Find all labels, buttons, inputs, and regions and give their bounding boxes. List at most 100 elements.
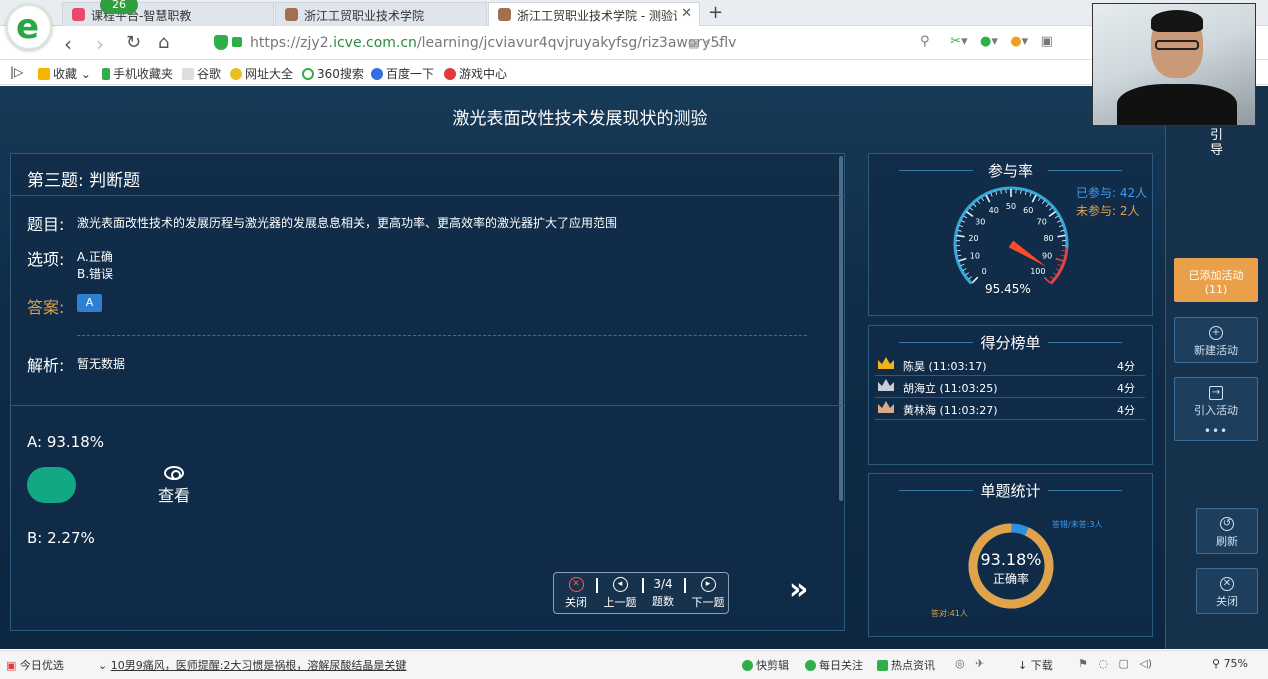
search-icon: ⚲ — [920, 34, 930, 49]
gauge-tick — [982, 198, 984, 201]
tab-close-icon[interactable]: ✕ — [681, 6, 692, 21]
question-stem: 激光表面改性技术的发展历程与激光器的发展息息相关，更高功率、更高效率的激光器扩大… — [77, 214, 617, 231]
forward-button[interactable]: › — [96, 32, 104, 56]
status-tool-icons[interactable]: ◎ ✈ — [955, 657, 984, 670]
guide-button[interactable]: 引导 — [1210, 128, 1224, 158]
bookmark-baidu[interactable]: 百度一下 — [371, 65, 434, 82]
today-picks[interactable]: ▣ 今日优选 — [6, 657, 64, 673]
gauge-tick — [961, 221, 965, 223]
gauge-tick-label: 60 — [1023, 206, 1033, 215]
bookmark-mobile[interactable]: 手机收藏夹 — [102, 65, 173, 82]
refresh-button[interactable]: ↺ 刷新 — [1196, 508, 1258, 554]
next-icon: ▸ — [701, 577, 716, 592]
bookmark-favorites[interactable]: 收藏 ⌄ — [38, 65, 91, 82]
gauge-tick — [1030, 193, 1031, 197]
close-quiz-button[interactable]: ✕ 关闭 — [560, 577, 592, 610]
url-text: https://zjy2.icve.com.cn/learning/jcviav… — [250, 35, 736, 51]
status-hot-news[interactable]: 热点资讯 — [877, 657, 935, 673]
new-tab-button[interactable]: + — [708, 2, 723, 23]
tab-course-platform[interactable]: 课程平台-智慧职教 — [62, 2, 274, 26]
added-activities-button[interactable]: 已添加活动 (11) — [1174, 258, 1258, 302]
browser-logo-icon[interactable]: e — [6, 4, 52, 50]
gauge-tick-label: 40 — [989, 206, 999, 215]
status-clip[interactable]: 快剪辑 — [742, 657, 789, 673]
notification-badge: 26 — [100, 0, 138, 14]
gauge-tick-label: 10 — [970, 252, 980, 261]
close-button[interactable]: ✕ 关闭 — [1196, 568, 1258, 614]
page-title: 激光表面改性技术发展现状的测验 — [0, 104, 1160, 129]
gauge-tick — [969, 277, 972, 280]
gauge-tick — [1057, 235, 1065, 236]
gauge-tick — [957, 255, 961, 256]
gauge-tick — [959, 259, 967, 261]
gauge-tick — [958, 230, 962, 231]
shield-icon — [214, 35, 228, 50]
divider — [11, 405, 844, 406]
tab-quiz-detail[interactable]: 浙江工贸职业技术学院 - 测验详情 ✕ — [488, 2, 700, 26]
prev-question-button[interactable]: ◂ 上一题 — [600, 577, 640, 610]
gauge-tick — [1021, 190, 1022, 194]
zoom-level[interactable]: ⚲ 75% — [1212, 657, 1248, 670]
bookmark-directory[interactable]: 网址大全 — [230, 65, 293, 82]
gauge-tick — [959, 225, 963, 226]
status-daily[interactable]: 每日关注 — [805, 657, 863, 673]
gauge-tick — [1042, 201, 1044, 204]
paw-icon — [371, 68, 383, 80]
view-button[interactable]: 查看 — [157, 466, 191, 506]
toolbar-extensions[interactable]: ⚲ ✂▾ ●▾ ●▾ ▣ — [920, 34, 1053, 49]
analysis-label: 解析: — [27, 352, 64, 376]
gauge-tick — [957, 235, 965, 236]
next-question-button[interactable]: ▸ 下一题 — [688, 577, 728, 610]
bookmark-google[interactable]: 谷歌 — [182, 65, 221, 82]
sidebar-toggle-icon[interactable]: |▷ — [10, 65, 23, 79]
bookmark-games[interactable]: 游戏中心 — [444, 65, 507, 82]
plus-icon: + — [1209, 326, 1223, 340]
not-joined-count: 未参与: 2人 — [1076, 202, 1140, 219]
address-bar[interactable]: https://zjy2.icve.com.cn/learning/jcviav… — [210, 31, 750, 56]
page-icon — [182, 68, 194, 80]
home-button[interactable]: ⌂ — [158, 32, 169, 53]
gauge-tick — [1058, 264, 1062, 266]
new-activity-button[interactable]: + 新建活动 — [1174, 317, 1258, 363]
more-icon[interactable]: ••• — [1175, 424, 1257, 438]
phone-icon — [102, 68, 110, 80]
tab-college[interactable]: 浙江工贸职业技术学院 — [275, 2, 487, 26]
leaderboard-row: 胡海立 (11:03:25) 4分 — [875, 376, 1145, 398]
tab-favicon-icon — [72, 8, 85, 21]
silver-crown-icon — [877, 378, 895, 392]
gauge-tick — [1025, 191, 1026, 195]
play-icon — [805, 660, 816, 671]
gauge-tick — [967, 212, 973, 217]
coin-icon: ● — [1010, 34, 1021, 49]
gauge-tick — [1001, 190, 1002, 194]
reload-button[interactable]: ↻ — [126, 32, 141, 53]
gauge-tick — [961, 264, 965, 266]
status-download[interactable]: ↓ 下载 — [1018, 657, 1053, 673]
back-button[interactable]: ‹ — [64, 32, 72, 56]
refresh-icon: ↺ — [1220, 517, 1234, 531]
gauge-tick — [1038, 198, 1040, 201]
close-icon: ✕ — [569, 577, 584, 592]
option-a: A.正确 — [77, 248, 113, 265]
accuracy-rate: 93.18% — [973, 550, 1049, 569]
address-tools-icon[interactable]: ▦ ⚡ ⌄ — [688, 36, 725, 50]
wrong-count-label: 答错/未答:3人 — [1052, 519, 1102, 530]
gauge-tick — [1046, 204, 1049, 207]
gauge-tick-label: 20 — [968, 234, 978, 243]
activity-sidebar: 引导 已添加活动 (11) + 新建活动 → 引入活动 ••• ↺ 刷新 ✕ 关… — [1165, 86, 1268, 649]
status-more-icons[interactable]: ⚑ ◌ ▢ ◁) — [1078, 657, 1152, 670]
question-panel: 第三题: 判断题 题目: 激光表面改性技术的发展历程与激光器的发展息息相关，更高… — [10, 153, 845, 631]
gauge-tick — [1049, 208, 1052, 211]
bookmark-360[interactable]: 360搜索 — [302, 65, 364, 82]
expand-arrow-icon[interactable]: » — [789, 572, 808, 607]
scrollbar[interactable] — [839, 156, 843, 501]
right-count-label: 答对:41人 — [931, 608, 968, 619]
import-activity-button[interactable]: → 引入活动 ••• — [1174, 377, 1258, 441]
gauge-tick — [973, 204, 976, 207]
news-icon — [877, 660, 888, 671]
news-ticker[interactable]: ⌄ 10男9痛风，医师提醒:2大习惯是祸根，溶解尿酸结晶是关键 — [98, 657, 406, 673]
question-controls: ✕ 关闭 ◂ 上一题 3/4 题数 ▸ 下一题 — [553, 572, 729, 614]
gauge-tick-label: 30 — [975, 218, 985, 227]
gauge-tick-label: 90 — [1042, 252, 1052, 261]
gauge-tick — [1056, 269, 1060, 271]
